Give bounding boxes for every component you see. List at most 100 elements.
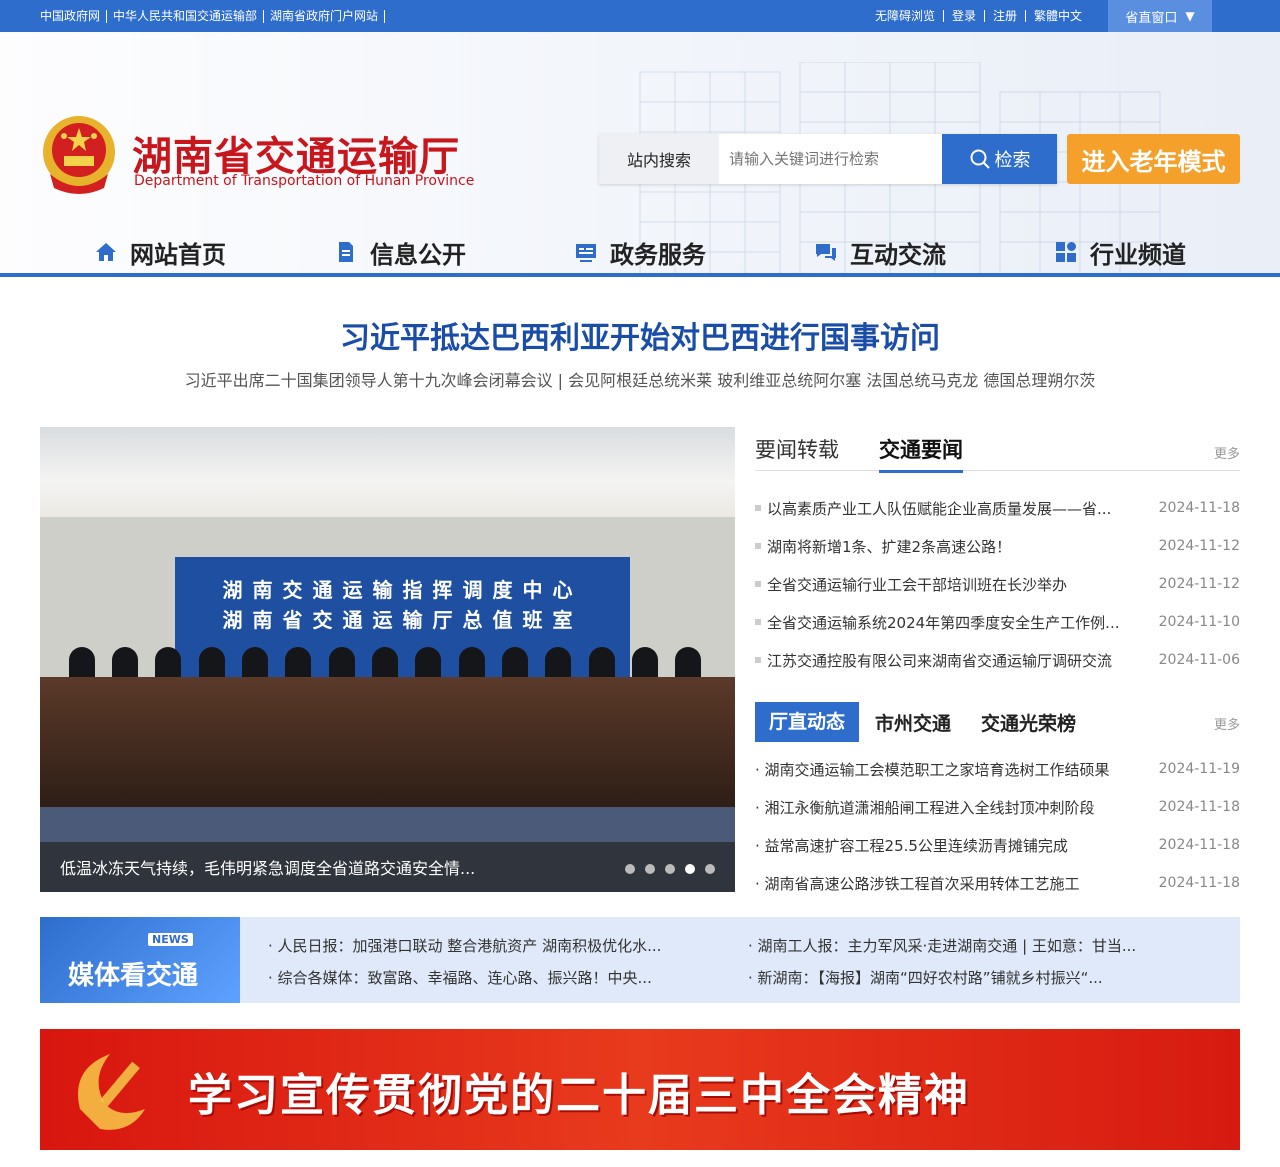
news-title[interactable]: 湖南将新增1条、扩建2条高速公路！ <box>755 536 1145 557</box>
list-item[interactable]: 江苏交通控股有限公司来湖南省交通运输厅调研交流 2024-11-06 <box>755 641 1240 679</box>
province-window-label: 省直窗口 <box>1125 10 1178 26</box>
home-icon <box>96 243 116 261</box>
link-mot[interactable]: 中华人民共和国交通运输部 <box>107 9 265 23</box>
media-item[interactable]: · 综合各媒体：致富路、幸福路、连心路、振兴路！中央... <box>268 967 652 988</box>
search-label: 站内搜索 <box>599 134 719 184</box>
news-title[interactable]: · 湖南省高速公路涉铁工程首次采用转体工艺施工 <box>755 873 1145 894</box>
slider-dot-active[interactable] <box>685 864 695 874</box>
news-list: 以高素质产业工人队伍赋能企业高质量发展——省... 2024-11-18 湖南将新… <box>755 489 1240 679</box>
search-icon <box>970 149 990 169</box>
nav-item-home[interactable]: 网站首页 <box>40 232 280 272</box>
tab-transport-news[interactable]: 交通要闻 <box>879 434 963 473</box>
media-strip: NEWS 媒体看交通 · 人民日报：加强港口联动 整合港航资产 湖南积极优化水.… <box>40 917 1240 1003</box>
province-window-dropdown[interactable]: 省直窗口 ▼ <box>1108 0 1212 32</box>
top-right-links: 无障碍浏览 登录 注册 繁體中文 <box>867 0 1090 32</box>
main-nav: 网站首页 信息公开 政务服务 互动交流 行业频道 <box>40 232 1240 272</box>
main-content: 湖南交通运输指挥调度中心 湖南省交通运输厅总值班室 低温冰冻天气持续，毛伟明紧急… <box>40 427 1240 893</box>
accessibility-link[interactable]: 无障碍浏览 <box>867 10 943 22</box>
list-item[interactable]: · 湖南省高速公路涉铁工程首次采用转体工艺施工 2024-11-18 <box>755 864 1240 902</box>
nav-item-interact[interactable]: 互动交流 <box>760 232 1000 272</box>
list-item[interactable]: 以高素质产业工人队伍赋能企业高质量发展——省... 2024-11-18 <box>755 489 1240 527</box>
site-subtitle: Department of Transportation of Hunan Pr… <box>134 173 475 189</box>
nav-label: 行业频道 <box>1090 240 1186 269</box>
login-link[interactable]: 登录 <box>944 10 984 22</box>
tab-honor-roll[interactable]: 交通光荣榜 <box>981 709 1076 736</box>
news-date: 2024-11-12 <box>1158 538 1240 554</box>
list-item[interactable]: · 益常高速扩容工程25.5公里连续沥青摊铺完成 2024-11-18 <box>755 826 1240 864</box>
nav-label: 信息公开 <box>370 240 466 269</box>
news-title[interactable]: 以高素质产业工人队伍赋能企业高质量发展——省... <box>755 498 1145 519</box>
photo-banner-line2: 湖南省交通运输厅总值班室 <box>222 608 583 632</box>
nav-item-industry[interactable]: 行业频道 <box>1000 232 1240 272</box>
link-gov-cn[interactable]: 中国政府网 <box>40 9 108 23</box>
dept-tabs: 厅直动态 市州交通 交通光荣榜 更多 <box>755 702 1240 742</box>
slider-dot[interactable] <box>625 864 635 874</box>
tab-news-reprint[interactable]: 要闻转载 <box>755 434 839 464</box>
search-button[interactable]: 检索 <box>942 134 1057 184</box>
list-item[interactable]: 全省交通运输行业工会干部培训班在长沙举办 2024-11-12 <box>755 565 1240 603</box>
chevron-down-icon: ▼ <box>1185 9 1195 23</box>
more-link[interactable]: 更多 <box>1214 714 1240 733</box>
slider-dot[interactable] <box>665 864 675 874</box>
news-panel: 要闻转载 交通要闻 更多 以高素质产业工人队伍赋能企业高质量发展——省... 20… <box>755 427 1240 902</box>
photo-ceiling <box>40 427 735 517</box>
slider-dot[interactable] <box>645 864 655 874</box>
headline-title[interactable]: 习近平抵达巴西利亚开始对巴西进行国事访问 <box>0 313 1280 357</box>
news-tabs: 要闻转载 交通要闻 更多 <box>755 427 1240 473</box>
list-item[interactable]: · 湘江永衡航道潇湘船闸工程进入全线封顶冲刺阶段 2024-11-18 <box>755 788 1240 826</box>
document-icon <box>339 242 353 262</box>
top-links: 中国政府网 中华人民共和国交通运输部 湖南省政府门户网站 <box>40 0 386 32</box>
image-slider[interactable]: 湖南交通运输指挥调度中心 湖南省交通运输厅总值班室 低温冰冻天气持续，毛伟明紧急… <box>40 427 735 892</box>
hammer-sickle-icon <box>78 1054 145 1130</box>
list-item[interactable]: · 湖南交通运输工会模范职工之家培育选树工作结硕果 2024-11-19 <box>755 750 1240 788</box>
news-date: 2024-11-19 <box>1158 761 1240 777</box>
link-hunan-gov[interactable]: 湖南省政府门户网站 <box>264 9 386 23</box>
news-title[interactable]: · 湖南交通运输工会模范职工之家培育选树工作结硕果 <box>755 759 1145 780</box>
media-item[interactable]: · 新湖南：【海报】湖南“四好农村路”铺就乡村振兴“... <box>748 967 1103 988</box>
traditional-chinese-link[interactable]: 繁體中文 <box>1026 10 1090 22</box>
news-title[interactable]: 全省交通运输行业工会干部培训班在长沙举办 <box>755 574 1145 595</box>
nav-item-service[interactable]: 政务服务 <box>520 232 760 272</box>
news-date: 2024-11-18 <box>1158 837 1240 853</box>
photo-table <box>40 677 735 807</box>
nav-label: 网站首页 <box>130 240 226 269</box>
media-badge-title: 媒体看交通 <box>68 961 199 991</box>
news-date: 2024-11-12 <box>1158 576 1240 592</box>
elder-mode-button[interactable]: 进入老年模式 <box>1067 134 1240 184</box>
news-title[interactable]: · 湘江永衡航道潇湘船闸工程进入全线封顶冲刺阶段 <box>755 797 1145 818</box>
tab-city-transport[interactable]: 市州交通 <box>875 709 951 736</box>
news-title[interactable]: 江苏交通控股有限公司来湖南省交通运输厅调研交流 <box>755 650 1145 671</box>
list-item[interactable]: 湖南将新增1条、扩建2条高速公路！ 2024-11-12 <box>755 527 1240 565</box>
national-emblem-logo <box>43 116 115 194</box>
search-button-label: 检索 <box>994 150 1031 171</box>
news-date: 2024-11-10 <box>1158 614 1240 630</box>
party-study-banner[interactable]: 学习宣传贯彻党的二十届三中全会精神 <box>40 1029 1240 1150</box>
chat-icon <box>816 244 836 261</box>
nav-label: 政务服务 <box>610 240 706 269</box>
header: 湖南省交通运输厅 Department of Transportation of… <box>0 32 1280 277</box>
grid-icon <box>1056 242 1076 262</box>
slider-caption-text: 低温冰冻天气持续，毛伟明紧急调度全省道路交通安全情... <box>60 859 476 878</box>
media-item[interactable]: · 湖南工人报：主力军风采·走进湖南交通 | 王如意：甘当... <box>748 935 1136 956</box>
nav-item-info[interactable]: 信息公开 <box>280 232 520 272</box>
register-link[interactable]: 注册 <box>985 10 1025 22</box>
list-item[interactable]: 全省交通运输系统2024年第四季度安全生产工作例... 2024-11-10 <box>755 603 1240 641</box>
slider-dot[interactable] <box>705 864 715 874</box>
media-item[interactable]: · 人民日报：加强港口联动 整合港航资产 湖南积极优化水... <box>268 935 661 956</box>
dept-news-list: · 湖南交通运输工会模范职工之家培育选树工作结硕果 2024-11-19 · 湘江… <box>755 750 1240 902</box>
tab-dept-dynamics[interactable]: 厅直动态 <box>755 702 860 742</box>
news-date: 2024-11-18 <box>1158 500 1240 516</box>
news-title[interactable]: · 益常高速扩容工程25.5公里连续沥青摊铺完成 <box>755 835 1145 856</box>
media-badge[interactable]: NEWS 媒体看交通 <box>40 917 240 1003</box>
news-date: 2024-11-18 <box>1158 875 1240 891</box>
search-input[interactable] <box>719 134 942 184</box>
news-title[interactable]: 全省交通运输系统2024年第四季度安全生产工作例... <box>755 612 1145 633</box>
more-link[interactable]: 更多 <box>1214 443 1240 462</box>
headline-subtitle[interactable]: 习近平出席二十国集团领导人第十九次峰会闭幕会议 | 会见阿根廷总统米莱 玻利维亚… <box>0 367 1280 391</box>
news-tag: NEWS <box>148 933 193 946</box>
slider-dots <box>625 864 715 874</box>
service-icon <box>576 244 596 262</box>
search-box: 站内搜索 检索 <box>599 134 1057 184</box>
news-date: 2024-11-06 <box>1158 652 1240 668</box>
photo-banner-line1: 湖南交通运输指挥调度中心 <box>222 578 583 602</box>
